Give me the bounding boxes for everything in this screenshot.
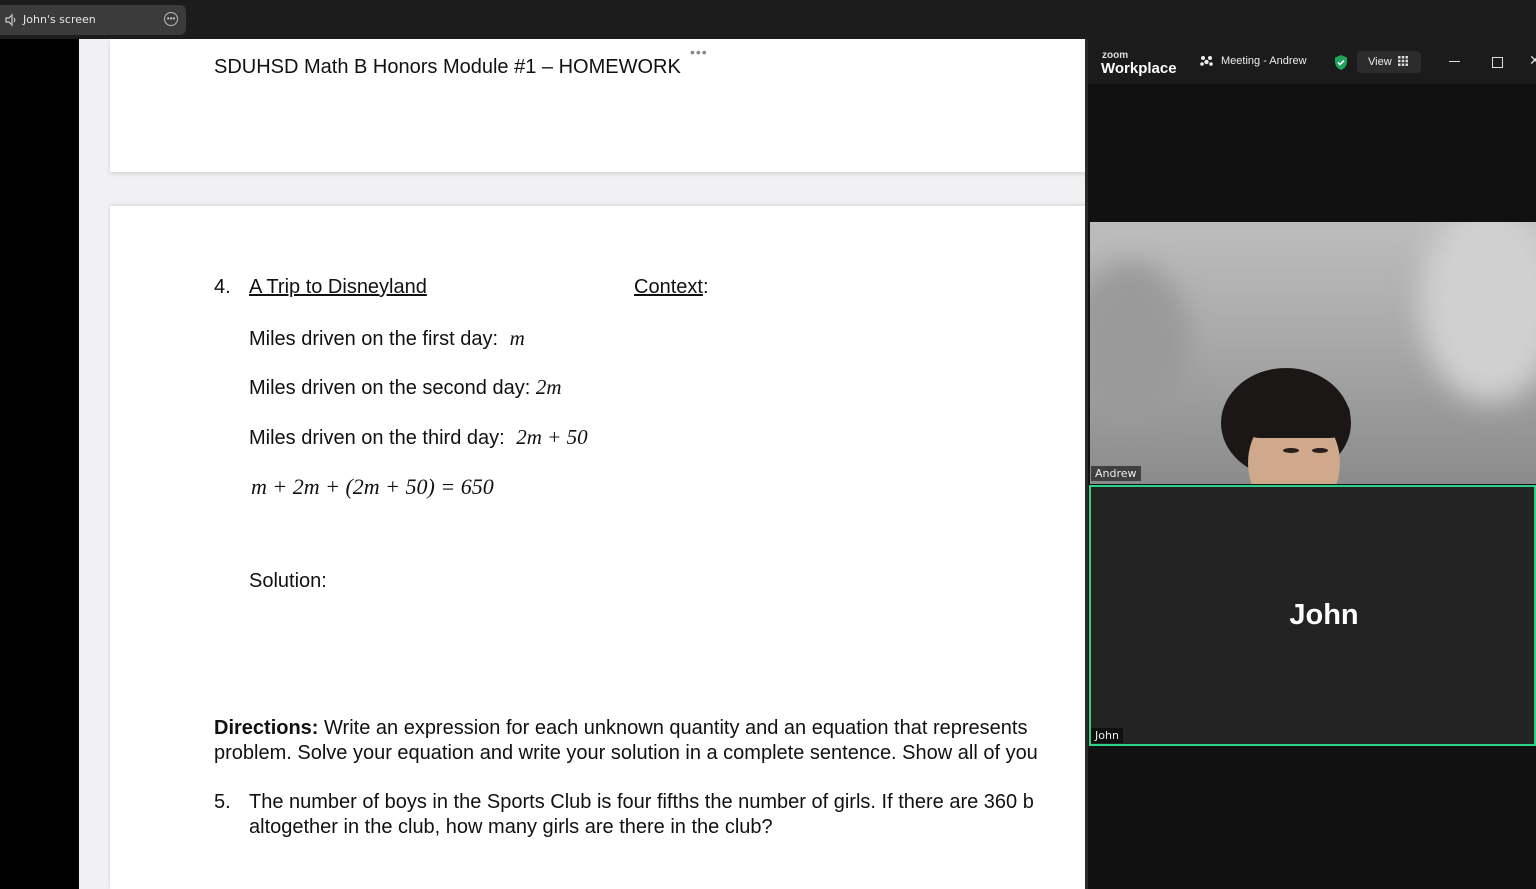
- miles-day-3-math: 2m + 50: [516, 425, 588, 449]
- share-label: John's screen: [23, 13, 96, 26]
- participant-eye: [1283, 448, 1299, 453]
- security-shield-icon[interactable]: [1333, 54, 1349, 71]
- video-tile-andrew[interactable]: [1090, 222, 1536, 484]
- miles-day-2-text: Miles driven on the second day:: [249, 377, 531, 399]
- grid-icon: [1398, 56, 1408, 66]
- problem-5-number: 5.: [214, 791, 231, 813]
- participant-name-john: John: [1091, 728, 1123, 743]
- background-blur: [1420, 222, 1536, 402]
- miles-day-1: Miles driven on the first day: m: [249, 326, 525, 351]
- miles-day-2: Miles driven on the second day: 2m: [249, 375, 562, 400]
- drag-handle-icon[interactable]: •••: [690, 45, 708, 59]
- document-header-title: SDUHSD Math B Honors Module #1 – HOMEWOR…: [214, 56, 681, 78]
- problem-4-number: 4.: [214, 276, 231, 298]
- panel-divider[interactable]: [1085, 39, 1088, 889]
- miles-day-3: Miles driven on the third day: 2m + 50: [249, 425, 588, 450]
- document-page-2: [110, 206, 1087, 889]
- directions-label: Directions:: [214, 717, 319, 739]
- miles-day-1-math: m: [509, 326, 525, 350]
- context-colon: :: [702, 276, 709, 298]
- problem-5-line-2: altogether in the club, how many girls a…: [249, 816, 773, 838]
- participant-hair: [1240, 388, 1350, 438]
- context-heading: Context:: [634, 276, 709, 299]
- miles-day-2-math: 2m: [535, 375, 562, 399]
- view-button[interactable]: View: [1357, 51, 1421, 73]
- meeting-title[interactable]: Meeting - Andrew: [1221, 55, 1307, 67]
- close-icon[interactable]: ✕: [1529, 52, 1536, 69]
- solution-label: Solution:: [249, 570, 327, 592]
- meeting-icon: [1200, 56, 1213, 66]
- context-label: Context: [634, 276, 703, 298]
- problem-5-line-1: The number of boys in the Sports Club is…: [249, 791, 1034, 813]
- miles-day-3-text: Miles driven on the third day:: [249, 427, 505, 449]
- video-tile-john[interactable]: John: [1089, 485, 1536, 746]
- speaker-icon: [5, 13, 16, 27]
- maximize-icon[interactable]: [1492, 57, 1503, 68]
- screen-share-indicator[interactable]: John's screen •••: [0, 5, 186, 35]
- participant-display-name: John: [1289, 599, 1359, 631]
- view-label: View: [1368, 56, 1392, 68]
- problem-4-title: A Trip to Disneyland: [249, 276, 427, 298]
- background-blur: [1090, 262, 1190, 422]
- participant-name-andrew: Andrew: [1091, 466, 1141, 481]
- zoom-logo: Workplace: [1101, 60, 1177, 77]
- miles-day-1-text: Miles driven on the first day:: [249, 328, 498, 350]
- share-toolbar: [0, 0, 1536, 39]
- participant-eye: [1312, 448, 1328, 453]
- equation: m + 2m + (2m + 50) = 650: [251, 474, 494, 499]
- minimize-icon[interactable]: [1449, 61, 1460, 62]
- directions-line-1: Directions: Write an expression for each…: [214, 717, 1027, 740]
- share-margin: [0, 39, 79, 889]
- more-options-icon[interactable]: •••: [164, 12, 178, 26]
- directions-line-2: problem. Solve your equation and write y…: [214, 742, 1038, 764]
- directions-text-1: Write an expression for each unknown qua…: [324, 717, 1028, 739]
